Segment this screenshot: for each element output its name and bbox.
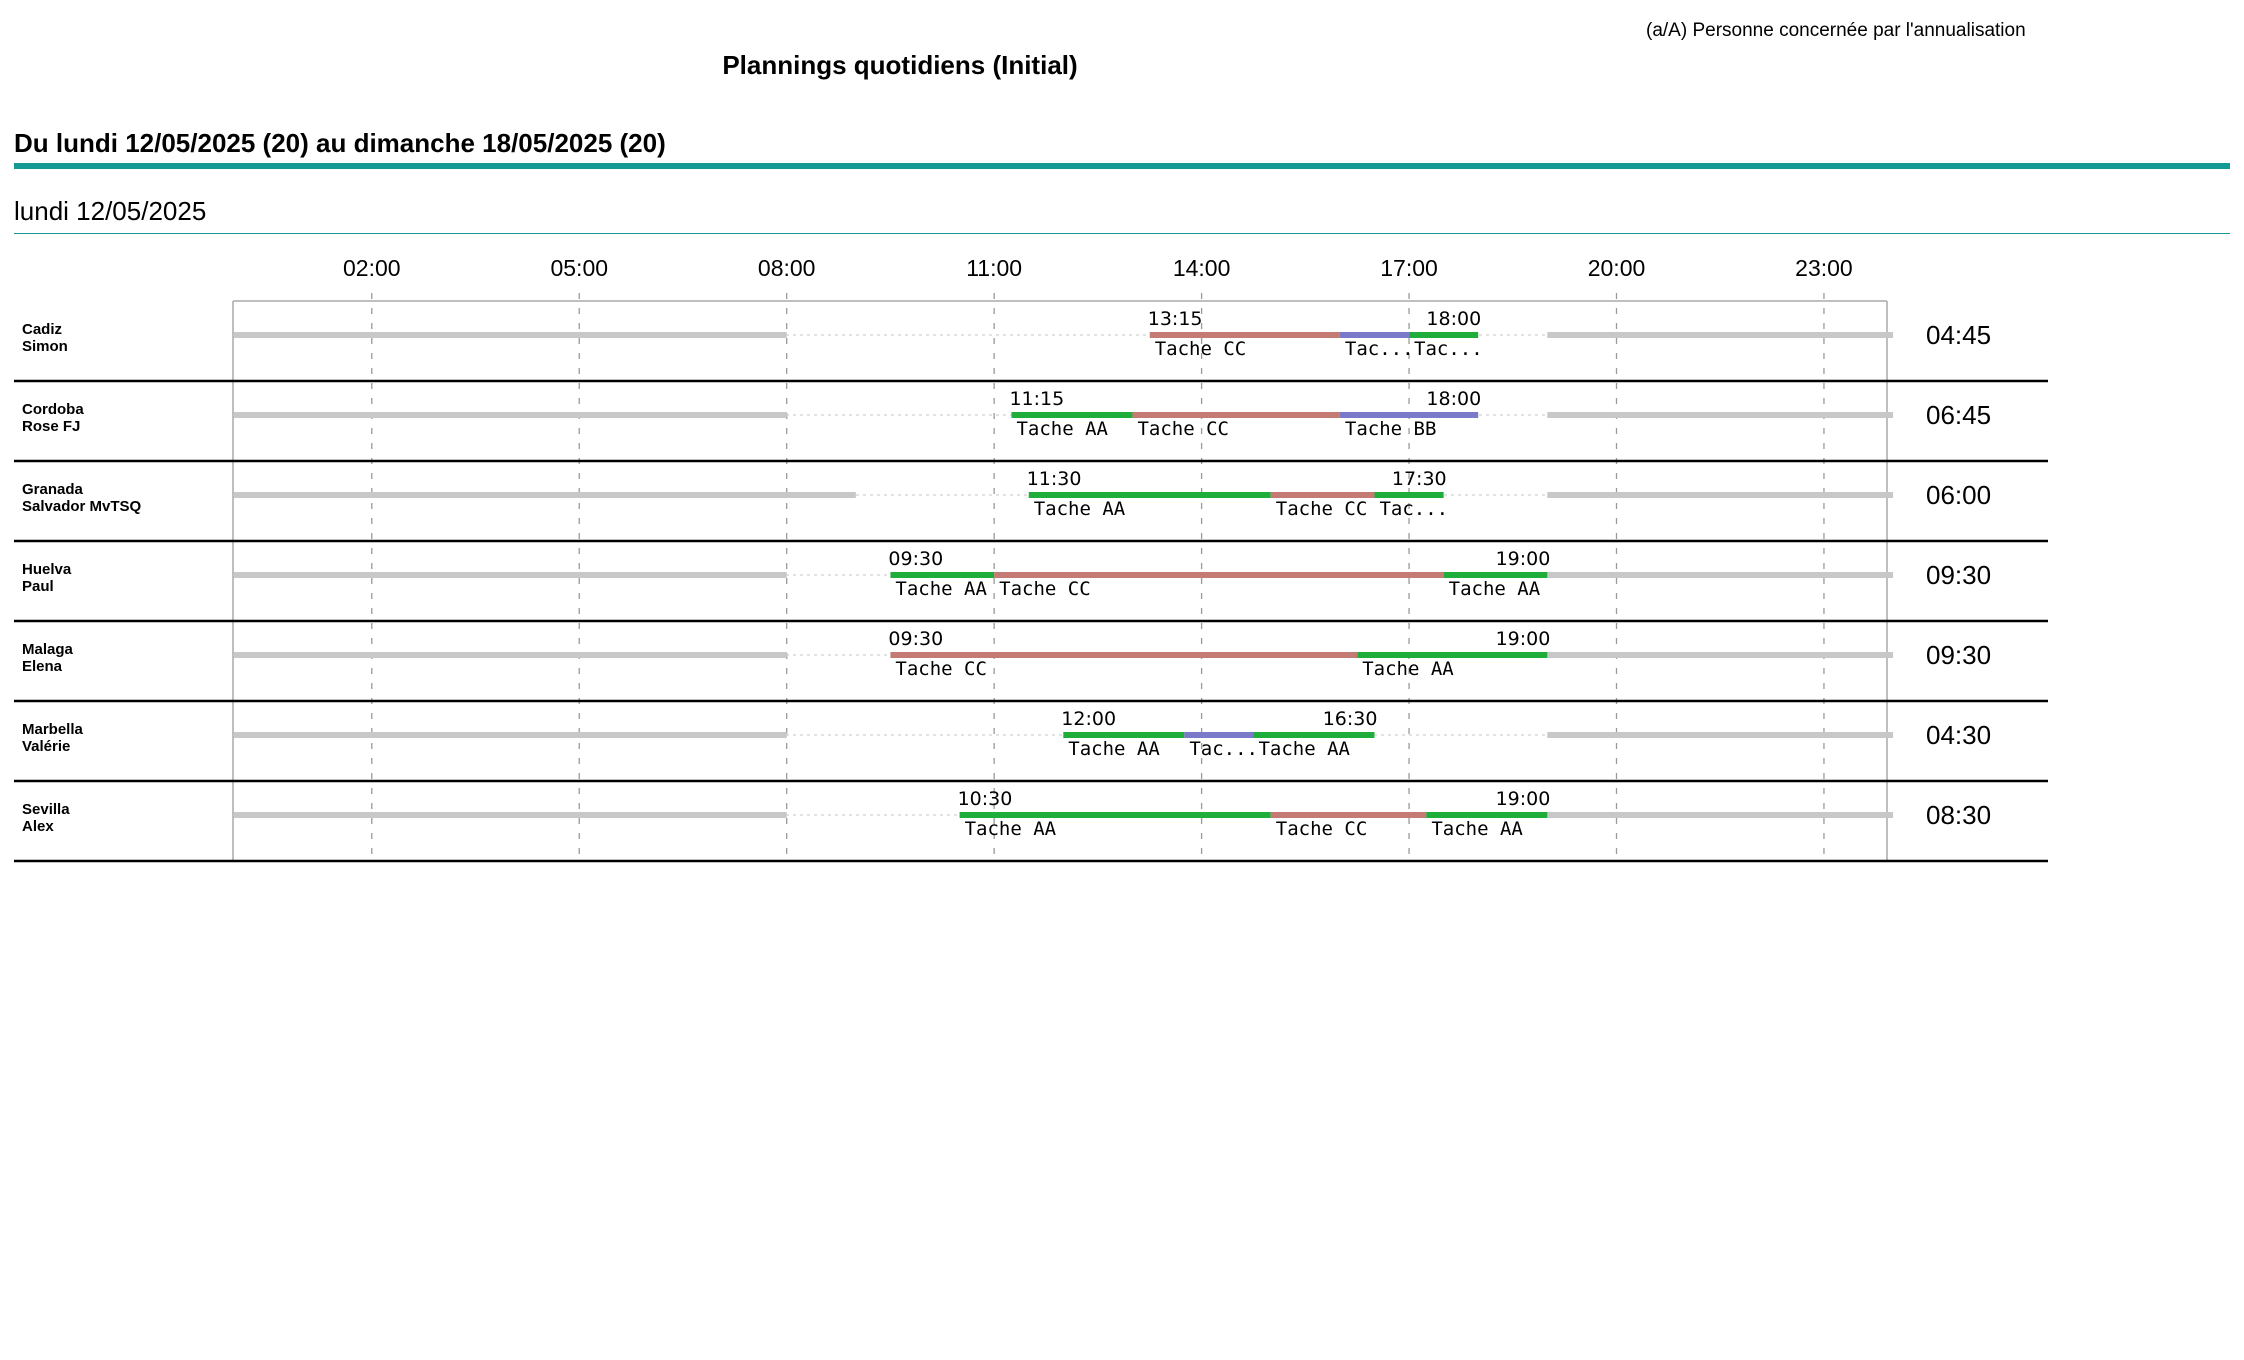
hour-tick-label: 23:00	[1795, 255, 1853, 281]
start-time-label: 13:15	[1148, 308, 1203, 330]
row-name-line-2: Salvador MvTSQ	[22, 498, 142, 515]
row-name-line-1: Marbella	[22, 721, 84, 738]
hour-tick-label: 20:00	[1588, 255, 1646, 281]
start-time-label: 11:15	[1009, 388, 1064, 410]
task-label: Tache AA	[1068, 738, 1160, 760]
row-name-line-2: Valérie	[22, 738, 70, 755]
row-name-line-1: Cadiz	[22, 321, 62, 338]
hour-tick-label: 02:00	[343, 255, 401, 281]
start-time-label: 09:30	[888, 548, 943, 570]
end-time-label: 18:00	[1426, 308, 1481, 330]
task-label: Tache AA	[1034, 498, 1126, 520]
end-time-label: 17:30	[1392, 468, 1447, 490]
end-time-label: 19:00	[1496, 628, 1551, 650]
row-total-hours: 06:00	[1926, 480, 1991, 510]
hour-tick-label: 05:00	[550, 255, 608, 281]
row-total-hours: 06:45	[1926, 400, 1991, 430]
row-total-hours: 04:30	[1926, 720, 1991, 750]
task-label: Tache CC	[895, 658, 987, 680]
row-name-line-2: Simon	[22, 338, 68, 355]
hour-tick-label: 14:00	[1173, 255, 1231, 281]
task-label: Tache AA	[965, 818, 1057, 840]
hour-tick-label: 17:00	[1380, 255, 1438, 281]
task-label: Tache CC	[1155, 338, 1247, 360]
row-total-hours: 09:30	[1926, 560, 1991, 590]
end-time-label: 19:00	[1496, 788, 1551, 810]
hour-tick-label: 11:00	[966, 255, 1022, 281]
task-label: Tache AA	[1258, 738, 1350, 760]
task-label: Tache CC	[999, 578, 1091, 600]
row-total-hours: 08:30	[1926, 800, 1991, 830]
task-label: Tache AA	[1449, 578, 1541, 600]
task-label: Tache CC	[1276, 818, 1368, 840]
end-time-label: 16:30	[1323, 708, 1378, 730]
row-name-line-1: Cordoba	[22, 401, 84, 418]
row-name-line-1: Huelva	[22, 561, 72, 578]
task-label: Tac...	[1379, 498, 1448, 520]
hour-tick-label: 08:00	[758, 255, 816, 281]
start-time-label: 09:30	[888, 628, 943, 650]
task-label: Tache CC	[1276, 498, 1368, 520]
task-label: Tac...	[1414, 338, 1483, 360]
row-name-line-1: Sevilla	[22, 801, 70, 818]
task-label: Tache AA	[895, 578, 987, 600]
row-name-line-1: Granada	[22, 481, 84, 498]
row-name-line-2: Elena	[22, 658, 63, 675]
task-label: Tac...	[1189, 738, 1258, 760]
start-time-label: 11:30	[1027, 468, 1082, 490]
task-label: Tache CC	[1137, 418, 1229, 440]
schedule-gantt-chart: 02:00 05:00 08:00 11:00 14:00 17:00 20:00 23:00…	[14, 255, 2048, 863]
row-total-hours: 04:45	[1926, 320, 1991, 350]
row-name-line-2: Paul	[22, 578, 54, 595]
row-total-hours: 09:30	[1926, 640, 1991, 670]
row-name-line-2: Alex	[22, 818, 54, 835]
row-name-line-1: Malaga	[22, 641, 74, 658]
task-label: Tache BB	[1345, 418, 1437, 440]
row-name-line-2: Rose FJ	[22, 418, 80, 435]
task-label: Tache AA	[1016, 418, 1108, 440]
task-label: Tache AA	[1362, 658, 1454, 680]
task-label: Tac...	[1345, 338, 1414, 360]
end-time-label: 19:00	[1496, 548, 1551, 570]
end-time-label: 18:00	[1426, 388, 1481, 410]
task-label: Tache AA	[1431, 818, 1523, 840]
start-time-label: 10:30	[958, 788, 1013, 810]
start-time-label: 12:00	[1061, 708, 1116, 730]
